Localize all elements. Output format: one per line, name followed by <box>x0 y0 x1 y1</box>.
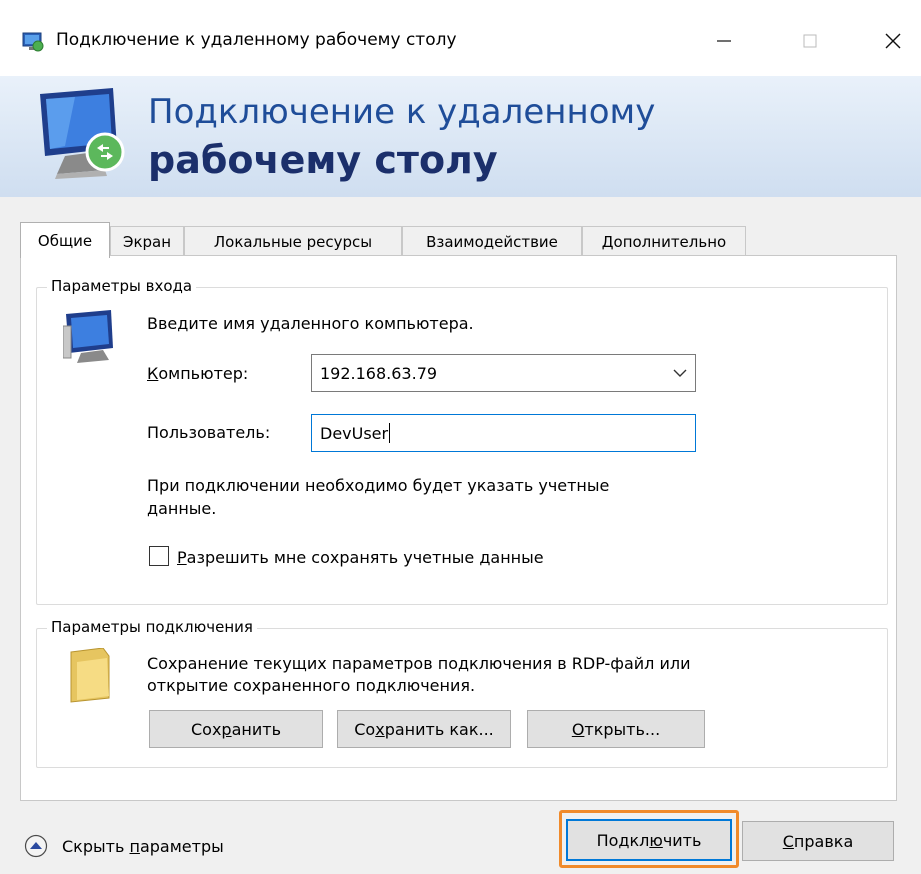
tab-general[interactable]: Общие <box>20 222 110 258</box>
computer-label: Компьютер: <box>147 364 249 383</box>
credentials-note-line1: При подключении необходимо будет указать… <box>147 476 610 495</box>
minimize-icon <box>717 40 731 42</box>
computer-combobox[interactable]: 192.168.63.79 <box>311 354 696 392</box>
hide-options-toggle[interactable] <box>24 834 48 858</box>
tab-display[interactable]: Экран <box>110 226 184 256</box>
banner-title-line2: рабочему столу <box>148 138 498 182</box>
open-button[interactable]: Открыть... <box>527 710 705 748</box>
save-credentials-label-rest: азрешить мне сохранять учетные данные <box>186 548 544 567</box>
user-label: Пользователь: <box>147 423 271 442</box>
remote-desktop-app-icon <box>22 32 44 52</box>
computer-value: 192.168.63.79 <box>320 363 438 383</box>
chevron-up-circle-icon <box>24 834 48 858</box>
tab-experience[interactable]: Взаимодействие <box>402 226 582 256</box>
banner-title-line1: Подключение к удаленному <box>148 92 656 132</box>
help-button[interactable]: Справка <box>742 821 894 861</box>
computer-icon <box>63 310 113 363</box>
connect-button[interactable]: Подкл ю чить <box>566 819 732 861</box>
minimize-button[interactable] <box>700 18 748 64</box>
tab-advanced[interactable]: Дополнительно <box>582 226 746 256</box>
save-credentials-checkbox[interactable] <box>149 546 169 566</box>
close-button[interactable] <box>869 18 917 64</box>
maximize-button[interactable] <box>786 18 834 64</box>
close-icon <box>885 33 901 49</box>
login-group-label: Параметры входа <box>47 277 197 295</box>
connection-desc-line2: открытие сохраненного подключения. <box>147 676 476 695</box>
login-instruction: Введите имя удаленного компьютера. <box>147 314 474 333</box>
text-cursor <box>389 423 391 443</box>
folder-icon <box>70 648 110 703</box>
window-title: Подключение к удаленному рабочему столу <box>56 30 457 50</box>
user-input[interactable]: DevUser <box>311 414 696 452</box>
user-value: DevUser <box>320 423 389 443</box>
connection-group-label: Параметры подключения <box>47 618 257 636</box>
save-credentials-label[interactable]: Разрешить мне сохранять учетные данные <box>177 548 544 567</box>
computer-label-rest: омпьютер: <box>158 364 249 383</box>
tab-local-resources[interactable]: Локальные ресурсы <box>184 226 402 256</box>
credentials-note-line2: данные. <box>147 499 217 518</box>
hide-options-link[interactable]: Скрыть параметры <box>62 837 224 856</box>
connection-desc-line1: Сохранение текущих параметров подключени… <box>147 654 691 673</box>
save-as-button[interactable]: Со х ранить как... <box>337 710 511 748</box>
chevron-down-icon[interactable] <box>673 368 687 378</box>
tab-panel-general: Параметры входа Введите имя удаленного к… <box>20 255 897 801</box>
save-button[interactable]: Сох р анить <box>149 710 323 748</box>
maximize-icon <box>803 34 817 48</box>
title-bar[interactable]: Подключение к удаленному рабочему столу <box>0 0 921 76</box>
rdp-window: Подключение к удаленному рабочему столу … <box>0 0 921 874</box>
remote-desktop-monitor-icon <box>40 88 125 179</box>
